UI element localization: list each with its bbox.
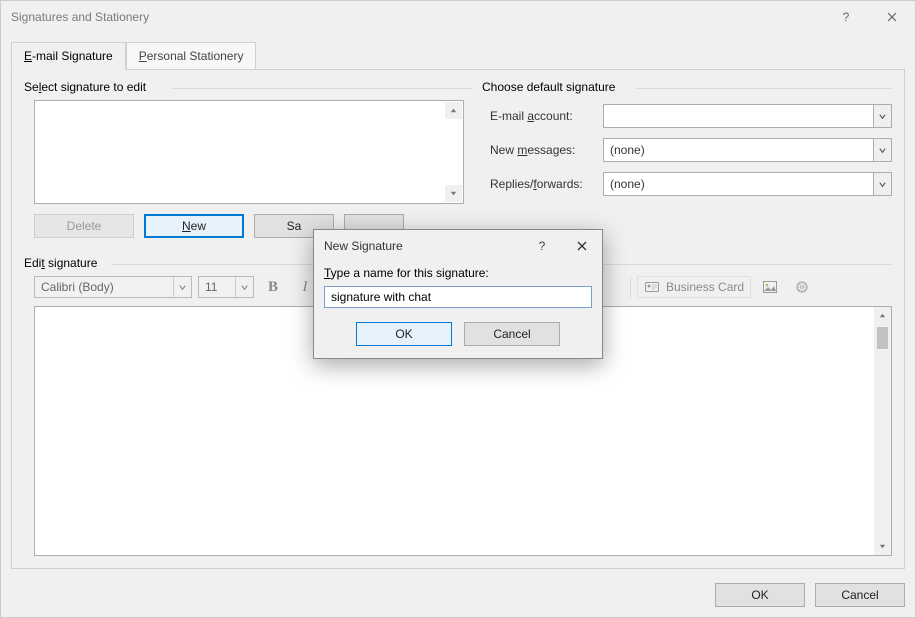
modal-close-button[interactable] — [562, 230, 602, 262]
modal-title: New Signature — [324, 239, 522, 253]
modal-overlay: New Signature ? Type a name for this sig… — [1, 1, 915, 617]
modal-titlebar: New Signature ? — [314, 230, 602, 262]
signatures-stationery-dialog: Signatures and Stationery ? E-mail Signa… — [0, 0, 916, 618]
signature-name-input[interactable] — [324, 286, 592, 308]
tab-email-signature[interactable]: E-mail Signature — [11, 42, 126, 70]
new-signature-dialog: New Signature ? Type a name for this sig… — [313, 229, 603, 359]
svg-text:?: ? — [539, 239, 546, 253]
modal-ok-button[interactable]: OK — [356, 322, 452, 346]
modal-help-button[interactable]: ? — [522, 230, 562, 262]
modal-cancel-button[interactable]: Cancel — [464, 322, 560, 346]
modal-prompt: Type a name for this signature: — [324, 266, 592, 280]
